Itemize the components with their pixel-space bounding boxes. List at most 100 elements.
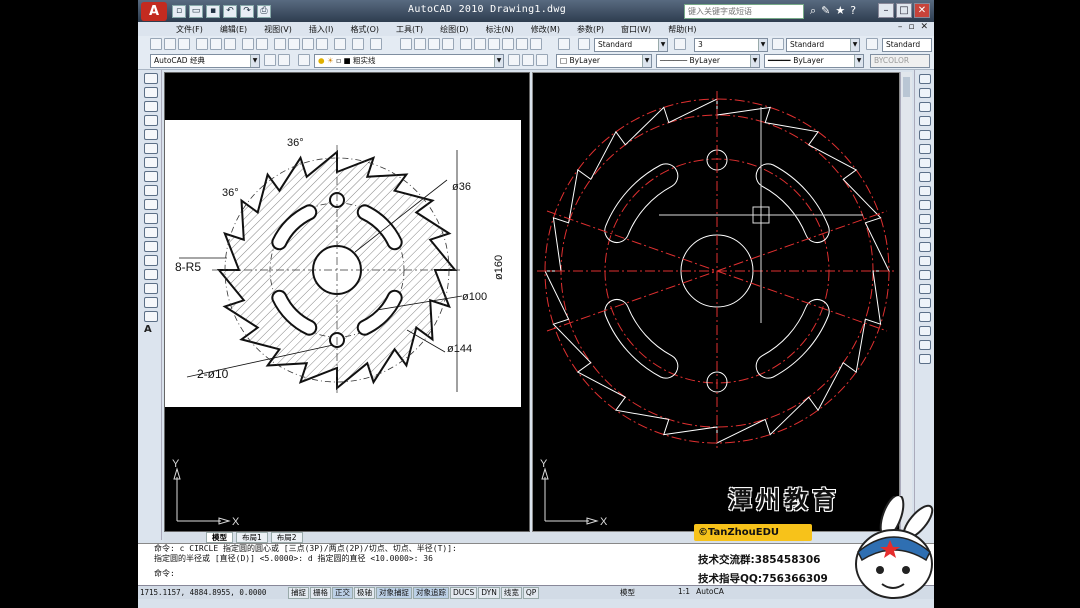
color-select[interactable]: □ ByLayer ▼ [556,54,652,68]
help-button-icon[interactable] [558,38,570,50]
polygon-icon[interactable] [144,115,158,126]
menu-edit[interactable]: 编辑(E) [220,24,247,35]
circle-icon[interactable] [144,157,158,168]
copy-icon[interactable] [288,38,300,50]
spline-icon[interactable] [144,185,158,196]
star-icon[interactable]: ★ [835,4,845,18]
dyn-toggle[interactable]: DYN [478,586,500,599]
paste-icon[interactable] [302,38,314,50]
offset-icon[interactable] [918,116,931,126]
menu-format[interactable]: 格式(O) [350,24,379,35]
fillet-icon[interactable] [918,284,931,294]
save-file-icon[interactable] [178,38,190,50]
ducs-toggle[interactable]: DUCS [450,586,478,599]
construction-line-icon[interactable] [144,87,158,98]
table-style-icon[interactable] [772,38,784,50]
new-icon[interactable]: ▫ [172,5,186,18]
extend-icon[interactable] [918,214,931,224]
open-file-icon[interactable] [164,38,176,50]
search-input[interactable]: 键入关键字或短语 [684,4,804,19]
match-properties-icon[interactable] [316,38,328,50]
insert-block-icon[interactable] [144,227,158,238]
plotstyle-select[interactable]: BYCOLOR [870,54,930,68]
menu-file[interactable]: 文件(F) [176,24,203,35]
doc-close-button[interactable]: ✕ [920,22,928,32]
scale-icon[interactable] [918,172,931,182]
pan-icon[interactable] [400,38,412,50]
menu-parametric[interactable]: 参数(P) [577,24,604,35]
chamfer-icon[interactable] [918,270,931,280]
snap-toggle[interactable]: 捕捉 [288,586,309,599]
break-at-point-icon[interactable] [918,228,931,238]
quickcalc-icon[interactable] [530,38,542,50]
layer-state-icon[interactable] [536,54,548,66]
line-icon[interactable] [144,73,158,84]
layer-previous-icon[interactable] [522,54,534,66]
menu-draw[interactable]: 绘图(D) [440,24,468,35]
lineweight-toggle[interactable]: 线宽 [500,586,522,599]
ortho-toggle[interactable]: 正交 [332,586,353,599]
save-icon[interactable]: ▪ [206,5,220,18]
mirror-icon[interactable] [918,102,931,112]
ellipse-icon[interactable] [144,199,158,210]
viewport-drawing[interactable]: Y X [532,72,900,532]
text-style-icon[interactable] [578,38,590,50]
menu-view[interactable]: 视图(V) [264,24,292,35]
cut-icon[interactable] [274,38,286,50]
revision-cloud-icon[interactable] [144,171,158,182]
menu-help[interactable]: 帮助(H) [668,24,696,35]
plot-icon[interactable] [196,38,208,50]
make-current-icon[interactable] [508,54,520,66]
menu-insert[interactable]: 插入(I) [309,24,334,35]
rotate-icon[interactable] [918,158,931,168]
region-icon[interactable] [144,297,158,308]
tab-layout1[interactable]: 布局1 [236,532,268,543]
autocad-logo[interactable]: A [141,2,167,21]
maximize-button[interactable]: □ [896,3,912,18]
multileader-style-icon[interactable] [866,38,878,50]
undo-icon[interactable]: ↶ [223,5,237,18]
text-style-select[interactable]: Standard ▼ [594,38,668,52]
gradient-icon[interactable] [144,283,158,294]
qnew-icon[interactable] [150,38,162,50]
trim-icon[interactable] [918,200,931,210]
table-icon[interactable] [144,311,158,322]
polyline-icon[interactable] [144,101,158,112]
tab-model[interactable]: 模型 [206,532,233,543]
binoculars-icon[interactable]: ⌕ [810,4,816,18]
vertical-scrollbar[interactable] [900,72,912,532]
undo-button-icon[interactable] [352,38,364,50]
break-icon[interactable] [918,242,931,252]
menu-dimension[interactable]: 标注(N) [486,24,514,35]
menu-window[interactable]: 窗口(W) [621,24,651,35]
osnap-toggle[interactable]: 对象捕捉 [376,586,412,599]
ellipse-arc-icon[interactable] [144,213,158,224]
explode-icon[interactable] [918,298,931,308]
move-icon[interactable] [918,144,931,154]
zoom-previous-icon[interactable] [442,38,454,50]
array-icon[interactable] [918,130,931,140]
open-icon[interactable]: ▭ [189,5,203,18]
doc-restore-button[interactable]: ▫ [908,22,914,32]
erase-icon[interactable] [918,74,931,84]
block-editor-icon[interactable] [334,38,346,50]
coordinate-readout[interactable]: 1715.1157, 4884.8955, 0.0000 [138,588,288,597]
viewport-reference[interactable]: 36° 36° ø36 8-R5 ø160 ø100 ø144 2-ø10 Y … [164,72,530,532]
zoom-realtime-icon[interactable] [414,38,426,50]
rectangle-icon[interactable] [144,129,158,140]
group-icon[interactable] [918,326,931,336]
ungroup-icon[interactable] [918,340,931,350]
table-style-select[interactable]: Standard ▼ [786,38,860,52]
linetype-select[interactable]: ────── ByLayer ▼ [656,54,760,68]
otrack-toggle[interactable]: 对象追踪 [413,586,449,599]
tools-icon[interactable]: ✎ [821,4,830,18]
hatch-icon[interactable] [144,269,158,280]
plot-preview-icon[interactable] [210,38,222,50]
multileader-style-select[interactable]: Standard [882,38,932,52]
zoom-window-icon[interactable] [428,38,440,50]
polar-toggle[interactable]: 极轴 [354,586,375,599]
dim-style-icon[interactable] [674,38,686,50]
tool-palettes-icon[interactable] [488,38,500,50]
scroll-thumb[interactable] [903,77,910,97]
qp-toggle[interactable]: QP [522,586,540,599]
